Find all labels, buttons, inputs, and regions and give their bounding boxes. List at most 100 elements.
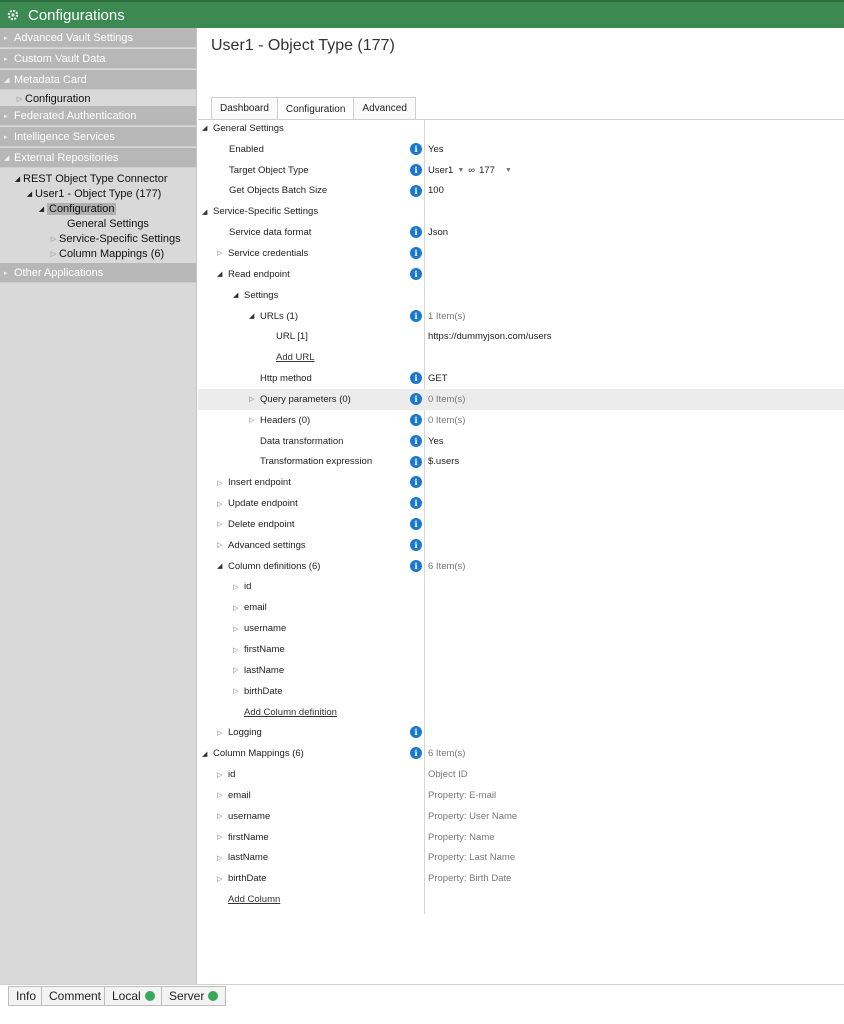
sidebar-section-advanced-vault-settings[interactable]: ▸ Advanced Vault Settings xyxy=(0,28,196,48)
expand-icon[interactable]: ▷ xyxy=(217,520,228,528)
expand-icon[interactable]: ▷ xyxy=(233,646,244,654)
chevron-down-icon[interactable]: ▼ xyxy=(505,167,512,174)
info-icon[interactable]: i xyxy=(410,559,422,572)
property-row-column-mappings[interactable]: ◢ Column Mappings (6) i 6 Item(s) xyxy=(198,743,844,764)
info-icon[interactable]: i xyxy=(410,309,422,322)
expand-icon[interactable]: ▷ xyxy=(217,875,228,883)
collapse-icon[interactable]: ◢ xyxy=(12,175,23,183)
collapse-icon[interactable]: ◢ xyxy=(202,750,213,758)
sidebar-section-federated-authentication[interactable]: ▸ Federated Authentication xyxy=(0,106,196,126)
property-row-batch-size[interactable]: Get Objects Batch Size i 100 xyxy=(198,181,844,202)
info-icon[interactable]: i xyxy=(410,747,422,760)
column-mapping-row[interactable]: ▷ firstName Property: Name xyxy=(198,827,844,848)
property-row-headers[interactable]: ▷ Headers (0) i 0 Item(s) xyxy=(198,410,844,431)
mapping-value[interactable]: Property: Last Name xyxy=(428,848,515,869)
property-row-urls[interactable]: ◢ URLs (1) i 1 Item(s) xyxy=(198,306,844,327)
info-icon[interactable]: i xyxy=(410,226,422,239)
property-row-transformation-expression[interactable]: Transformation expression i $.users xyxy=(198,452,844,473)
property-row-insert-endpoint[interactable]: ▷ Insert endpoint i xyxy=(198,472,844,493)
info-icon[interactable]: i xyxy=(410,455,422,468)
collapse-icon[interactable]: ◢ xyxy=(202,208,213,216)
expand-icon[interactable]: ▷ xyxy=(217,854,228,862)
collapse-icon[interactable]: ◢ xyxy=(36,205,47,213)
collapse-icon[interactable]: ◢ xyxy=(249,312,260,320)
expand-icon[interactable]: ▷ xyxy=(217,771,228,779)
property-row-enabled[interactable]: Enabled i Yes xyxy=(198,139,844,160)
property-value[interactable]: Yes xyxy=(428,139,444,160)
server-button[interactable]: Server xyxy=(161,986,227,1006)
tab-advanced[interactable]: Advanced xyxy=(353,97,416,119)
property-value[interactable]: Yes xyxy=(428,431,444,452)
column-definition-row[interactable]: ▷ birthDate xyxy=(198,681,844,702)
add-column-link[interactable]: Add Column xyxy=(228,894,280,905)
info-icon[interactable]: i xyxy=(410,142,422,155)
property-row-advanced-settings[interactable]: ▷ Advanced settings i xyxy=(198,535,844,556)
property-value[interactable]: $.users xyxy=(428,452,459,473)
info-icon[interactable]: i xyxy=(410,538,422,551)
column-definition-row[interactable]: ▷ username xyxy=(198,618,844,639)
tree-item-service-specific-settings[interactable]: ▷ Service-Specific Settings xyxy=(0,231,196,246)
sidebar-section-external-repositories[interactable]: ◢ External Repositories xyxy=(0,148,196,168)
column-definition-row[interactable]: ▷ id xyxy=(198,577,844,598)
info-icon[interactable]: i xyxy=(410,247,422,260)
url-value[interactable]: https://dummyjson.com/users xyxy=(428,326,552,347)
sidebar-section-custom-vault-data[interactable]: ▸ Custom Vault Data xyxy=(0,49,196,69)
property-row-settings[interactable]: ◢ Settings xyxy=(198,285,844,306)
expand-icon[interactable]: ▷ xyxy=(217,500,228,508)
info-icon[interactable]: i xyxy=(410,184,422,197)
property-row-column-definitions[interactable]: ◢ Column definitions (6) i 6 Item(s) xyxy=(198,556,844,577)
expand-icon[interactable]: ▷ xyxy=(217,833,228,841)
property-row-delete-endpoint[interactable]: ▷ Delete endpoint i xyxy=(198,514,844,535)
property-row-http-method[interactable]: Http method i GET xyxy=(198,368,844,389)
column-mapping-row[interactable]: ▷ birthDate Property: Birth Date xyxy=(198,868,844,889)
column-mapping-row[interactable]: ▷ id Object ID xyxy=(198,764,844,785)
property-row-target-object-type[interactable]: Target Object Type i User1 ▼ ∞ 177 ▼ xyxy=(198,160,844,181)
property-row-data-transformation[interactable]: Data transformation i Yes xyxy=(198,431,844,452)
tab-configuration[interactable]: Configuration xyxy=(276,97,355,120)
property-value[interactable]: Json xyxy=(428,222,448,243)
info-icon[interactable]: i xyxy=(410,372,422,385)
expand-icon[interactable]: ▷ xyxy=(217,791,228,799)
column-mapping-row[interactable]: ▷ lastName Property: Last Name xyxy=(198,848,844,869)
expand-icon[interactable]: ▷ xyxy=(217,249,228,257)
info-icon[interactable]: i xyxy=(410,163,422,176)
column-definition-row[interactable]: ▷ email xyxy=(198,597,844,618)
property-value[interactable]: GET xyxy=(428,368,448,389)
tab-dashboard[interactable]: Dashboard xyxy=(211,97,278,119)
expand-icon[interactable]: ▷ xyxy=(233,583,244,591)
property-row-url-1[interactable]: URL [1] https://dummyjson.com/users xyxy=(198,326,844,347)
expand-icon[interactable]: ▷ xyxy=(48,250,59,258)
collapse-icon[interactable]: ◢ xyxy=(233,291,244,299)
expand-icon[interactable]: ▷ xyxy=(233,687,244,695)
expand-icon[interactable]: ▷ xyxy=(217,812,228,820)
info-button[interactable]: Info xyxy=(8,986,45,1006)
property-row-read-endpoint[interactable]: ◢ Read endpoint i xyxy=(198,264,844,285)
property-row-logging[interactable]: ▷ Logging i xyxy=(198,722,844,743)
comment-button[interactable]: Comment xyxy=(41,986,110,1006)
sidebar-section-other-applications[interactable]: ▸ Other Applications xyxy=(0,263,196,283)
expand-icon[interactable]: ▷ xyxy=(249,395,260,403)
column-definition-row[interactable]: ▷ lastName xyxy=(198,660,844,681)
mapping-value[interactable]: Property: User Name xyxy=(428,806,517,827)
property-row-service-data-format[interactable]: Service data format i Json xyxy=(198,222,844,243)
column-mapping-row[interactable]: ▷ username Property: User Name xyxy=(198,806,844,827)
info-icon[interactable]: i xyxy=(410,413,422,426)
property-row-query-parameters[interactable]: ▷ Query parameters (0) i 0 Item(s) xyxy=(198,388,844,410)
info-icon[interactable]: i xyxy=(410,726,422,739)
expand-icon[interactable]: ▷ xyxy=(14,95,25,103)
info-icon[interactable]: i xyxy=(410,518,422,531)
add-url-link[interactable]: Add URL xyxy=(276,352,315,363)
mapping-value[interactable]: Property: Birth Date xyxy=(428,868,511,889)
column-mapping-row[interactable]: ▷ email Property: E-mail xyxy=(198,785,844,806)
info-icon[interactable]: i xyxy=(410,497,422,510)
property-row-update-endpoint[interactable]: ▷ Update endpoint i xyxy=(198,493,844,514)
info-icon[interactable]: i xyxy=(410,434,422,447)
mapping-value[interactable]: Property: E-mail xyxy=(428,785,496,806)
property-row-service-credentials[interactable]: ▷ Service credentials i xyxy=(198,243,844,264)
add-column-definition-link[interactable]: Add Column definition xyxy=(244,707,337,718)
collapse-icon[interactable]: ◢ xyxy=(202,124,213,132)
tree-item-metadata-configuration[interactable]: ▷ Configuration xyxy=(0,91,196,106)
collapse-icon[interactable]: ◢ xyxy=(24,190,35,198)
sidebar-section-intelligence-services[interactable]: ▸ Intelligence Services xyxy=(0,127,196,147)
info-icon[interactable]: i xyxy=(410,392,422,405)
